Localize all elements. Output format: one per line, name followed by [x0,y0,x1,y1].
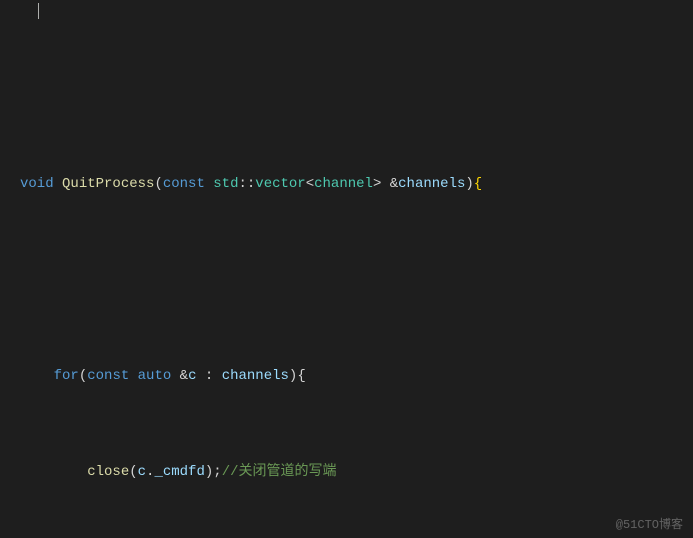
code-block: void QuitProcess(const std::vector<chann… [0,4,693,538]
code-line: close(c._cmdfd);//关闭管道的写端 [20,460,693,484]
namespace: std [213,176,238,192]
function-name: QuitProcess [62,176,154,192]
code-line [20,268,693,292]
code-line: void QuitProcess(const std::vector<chann… [20,172,693,196]
text-cursor [38,3,39,19]
code-line: for(const auto &c : channels){ [20,364,693,388]
code-editor[interactable]: void QuitProcess(const std::vector<chann… [0,0,693,538]
keyword-const: const [163,176,213,192]
code-line [20,76,693,100]
watermark-text: @51CTO博客 [616,515,683,532]
keyword-void: void [20,176,62,192]
